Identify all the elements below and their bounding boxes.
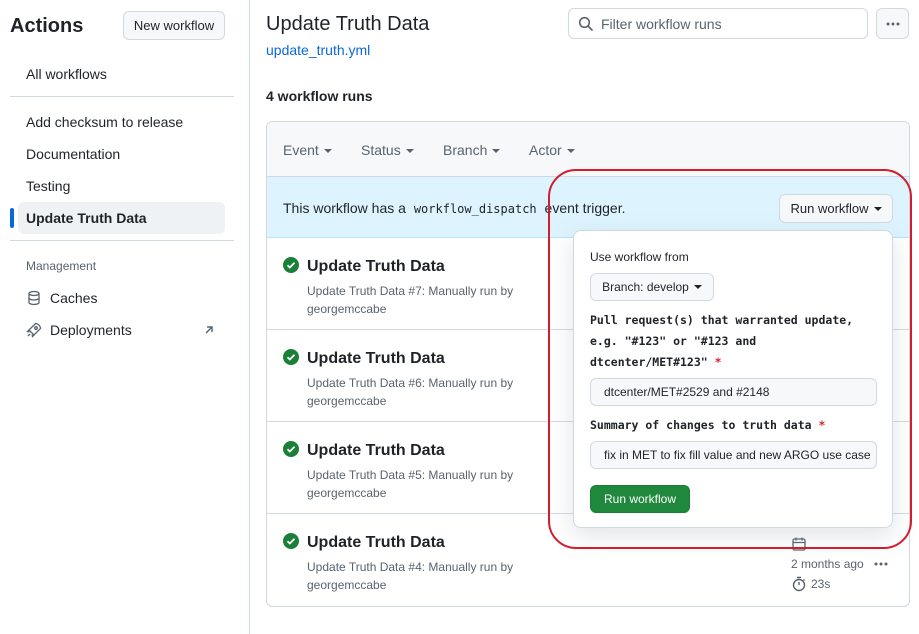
run-workflow-submit-button[interactable]: Run workflow	[590, 485, 690, 513]
sidebar-item-label: Deployments	[50, 322, 132, 338]
caret-down-icon	[492, 149, 501, 154]
branch-select-button[interactable]: Branch: develop	[590, 273, 714, 301]
filter-label: Actor	[529, 142, 562, 158]
filter-runs-input[interactable]: Filter workflow runs	[568, 8, 868, 39]
workflow-file-link[interactable]: update_truth.yml	[266, 42, 370, 58]
check-circle-icon	[283, 533, 299, 549]
sidebar-item-deployments[interactable]: Deployments	[18, 314, 225, 346]
run-date-line	[791, 534, 864, 554]
sidebar-item-testing[interactable]: Testing	[18, 170, 225, 202]
database-icon	[26, 290, 42, 306]
summary-input[interactable]: fix in MET to fix fill value and new ARG…	[590, 441, 877, 469]
run-title[interactable]: Update Truth Data	[307, 350, 445, 368]
runs-filter-bar: Event Status Branch Actor	[267, 122, 909, 177]
sidebar-divider	[10, 240, 234, 241]
run-meta: 2 months ago 23s	[791, 534, 864, 594]
run-trigger-text: #7: Manually run by	[408, 284, 514, 298]
rocket-icon	[26, 322, 42, 338]
run-actor[interactable]: georgemccabe	[307, 394, 386, 408]
run-title[interactable]: Update Truth Data	[307, 534, 445, 552]
sidebar-item-all-workflows[interactable]: All workflows	[18, 58, 225, 90]
filter-label: Event	[283, 142, 319, 158]
filter-label: Branch	[443, 142, 488, 158]
run-actor[interactable]: georgemccabe	[307, 302, 386, 316]
branch-label: Branch: develop	[602, 280, 689, 294]
run-duration-line: 23s	[791, 574, 864, 594]
filter-placeholder: Filter workflow runs	[601, 15, 722, 32]
sidebar-item-add-checksum[interactable]: Add checksum to release	[18, 106, 225, 138]
summary-field-label: Summary of changes to truth data *	[590, 415, 880, 436]
run-title[interactable]: Update Truth Data	[307, 442, 445, 460]
sidebar-item-documentation[interactable]: Documentation	[18, 138, 225, 170]
stopwatch-icon	[792, 576, 806, 592]
run-workflow-menu-button[interactable]: Run workflow	[779, 194, 893, 223]
run-workflow-dropdown: Use workflow from Branch: develop Pull r…	[573, 230, 893, 528]
caret-down-icon	[323, 149, 332, 154]
required-mark: *	[714, 355, 722, 369]
check-circle-icon	[283, 257, 299, 273]
sidebar-item-caches[interactable]: Caches	[18, 282, 225, 314]
caret-down-icon	[566, 149, 575, 154]
field-label-line: Summary of changes to truth data	[590, 418, 812, 432]
run-duration: 23s	[811, 577, 831, 591]
run-trigger-text: #4: Manually run by	[408, 560, 514, 574]
page-title: Update Truth Data	[266, 13, 430, 35]
run-subtitle: Update Truth Data #6: Manually run by ge…	[307, 374, 537, 410]
field-label-line: Pull request(s) that warranted update,	[590, 313, 854, 327]
calendar-icon	[792, 537, 806, 551]
run-workflow-name: Update Truth Data	[307, 284, 406, 298]
run-actor[interactable]: georgemccabe	[307, 578, 386, 592]
run-subtitle: Update Truth Data #5: Manually run by ge…	[307, 466, 537, 502]
filter-branch[interactable]: Branch	[443, 142, 501, 158]
caret-down-icon	[873, 206, 882, 211]
run-subtitle: Update Truth Data #4: Manually run by ge…	[307, 558, 537, 594]
management-heading: Management	[26, 259, 97, 273]
dispatch-banner: This workflow has a workflow_dispatch ev…	[267, 177, 909, 238]
required-mark: *	[818, 418, 826, 432]
filter-event[interactable]: Event	[283, 142, 332, 158]
sidebar-item-label: Caches	[50, 290, 98, 306]
dispatch-text-before: This workflow has a	[283, 200, 406, 216]
external-link-icon	[203, 323, 215, 335]
dispatch-code: workflow_dispatch	[413, 202, 537, 216]
dispatch-text: This workflow has a workflow_dispatch ev…	[283, 200, 625, 216]
check-circle-icon	[283, 349, 299, 365]
filter-actor[interactable]: Actor	[529, 142, 575, 158]
pull-request-field-label: Pull request(s) that warranted update, e…	[590, 310, 880, 373]
run-workflow-name: Update Truth Data	[307, 560, 406, 574]
run-trigger-text: #6: Manually run by	[408, 376, 514, 390]
run-subtitle: Update Truth Data #7: Manually run by ge…	[307, 282, 537, 318]
run-workflow-name: Update Truth Data	[307, 468, 406, 482]
search-icon	[578, 16, 594, 32]
run-workflow-label: Run workflow	[790, 201, 869, 216]
dispatch-text-after: event trigger.	[544, 200, 626, 216]
sidebar-title: Actions	[10, 15, 84, 37]
check-circle-icon	[283, 441, 299, 457]
field-label-line: dtcenter/MET#123"	[590, 355, 708, 369]
field-label-line: e.g. "#123" or "#123 and	[590, 334, 757, 348]
run-trigger-text: #5: Manually run by	[408, 468, 514, 482]
kebab-horizontal-icon	[886, 22, 899, 25]
caret-down-icon	[693, 285, 702, 289]
pull-request-input[interactable]: dtcenter/MET#2529 and #2148	[590, 378, 877, 406]
workflow-run-count: 4 workflow runs	[266, 88, 373, 104]
filter-label: Status	[361, 142, 401, 158]
sidebar-divider	[10, 96, 234, 97]
sidebar-item-update-truth-data[interactable]: Update Truth Data	[10, 202, 225, 234]
caret-down-icon	[405, 149, 414, 154]
run-actor[interactable]: georgemccabe	[307, 486, 386, 500]
sidebar: Actions New workflow All workflows Add c…	[0, 0, 250, 634]
run-title[interactable]: Update Truth Data	[307, 258, 445, 276]
run-workflow-name: Update Truth Data	[307, 376, 406, 390]
kebab-horizontal-icon[interactable]	[873, 556, 889, 572]
use-workflow-from-label: Use workflow from	[590, 250, 689, 264]
filter-status[interactable]: Status	[361, 142, 414, 158]
run-time-ago: 2 months ago	[791, 557, 864, 571]
new-workflow-button[interactable]: New workflow	[123, 11, 225, 40]
more-options-button[interactable]	[876, 8, 909, 39]
